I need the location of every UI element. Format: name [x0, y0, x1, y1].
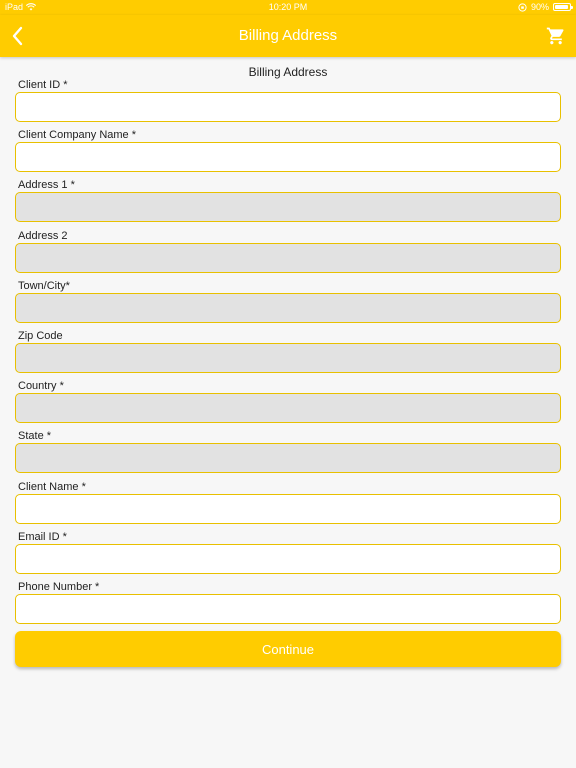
page-title: Billing Address: [238, 27, 338, 44]
town-city-label: Town/City*: [18, 279, 70, 292]
email-id-label: Email ID *: [18, 530, 67, 543]
state-label: State *: [18, 430, 52, 443]
continue-button[interactable]: Continue: [15, 631, 561, 667]
address-2-input[interactable]: [15, 242, 561, 273]
client-id-input[interactable]: [15, 92, 561, 122]
zip-code-input[interactable]: [15, 343, 561, 373]
cart-icon[interactable]: [546, 26, 566, 46]
email-id-input[interactable]: [15, 543, 561, 574]
phone-number-input[interactable]: [15, 594, 561, 624]
address-1-label: Address 1 *: [18, 179, 75, 192]
orientation-lock-icon: [518, 2, 527, 12]
battery-icon: [553, 3, 573, 11]
country-label: Country *: [18, 380, 64, 393]
client-id-label: Client ID *: [18, 79, 68, 91]
status-bar: iPad 10:20 PM 90%: [0, 0, 576, 15]
state-input[interactable]: [15, 443, 561, 474]
section-title: Billing Address: [248, 65, 328, 79]
status-right-group: 90%: [518, 2, 573, 12]
client-name-input[interactable]: [15, 493, 561, 524]
client-name-label: Client Name *: [18, 480, 86, 493]
zip-code-label: Zip Code: [18, 330, 63, 342]
country-input[interactable]: [15, 393, 561, 424]
client-company-name-input[interactable]: [15, 142, 561, 173]
address-2-label: Address 2: [18, 229, 68, 242]
status-time: 10:20 PM: [268, 2, 308, 12]
address-1-input[interactable]: [15, 192, 561, 223]
client-company-name-label: Client Company Name *: [18, 129, 136, 142]
battery-percentage: 90%: [530, 2, 549, 12]
town-city-input[interactable]: [15, 292, 561, 323]
navigation-bar: Billing Address: [0, 15, 576, 57]
phone-number-label: Phone Number *: [18, 581, 100, 593]
